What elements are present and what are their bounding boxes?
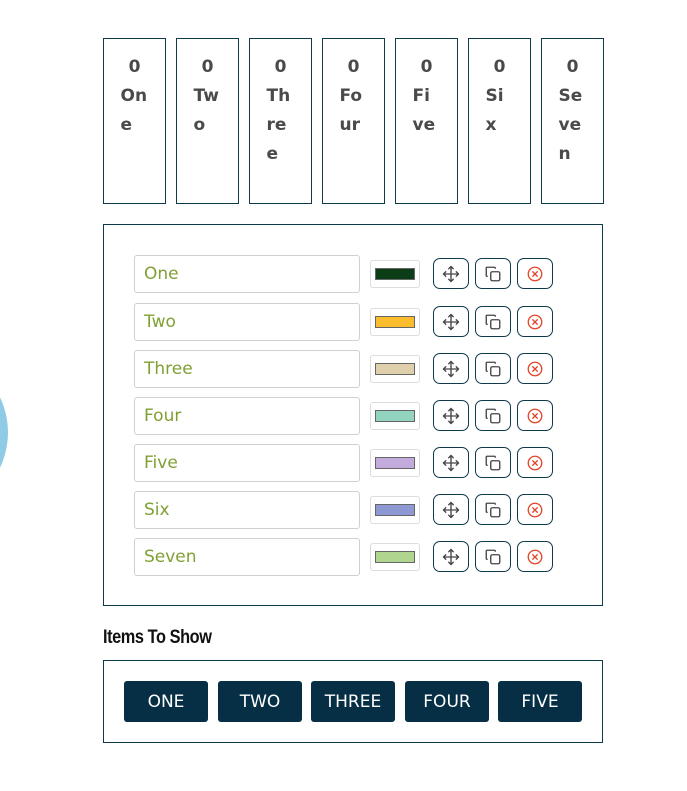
counter-card-seven: 0 Seven [541, 38, 604, 204]
copy-icon [484, 454, 502, 472]
show-item-three-button[interactable]: THREE [311, 681, 395, 722]
counter-value: 0 [201, 57, 214, 77]
remove-button[interactable] [517, 447, 553, 478]
remove-circle-x-icon [526, 548, 544, 566]
remove-circle-x-icon [526, 313, 544, 331]
color-swatch [375, 316, 415, 328]
counter-label: One [120, 86, 148, 135]
counter-label: Five [412, 86, 436, 135]
remove-button[interactable] [517, 258, 553, 289]
copy-icon [484, 501, 502, 519]
move-button[interactable] [433, 400, 469, 431]
items-to-show-box: ONE TWO THREE FOUR FIVE [103, 660, 603, 743]
duplicate-button[interactable] [475, 494, 511, 525]
show-item-one-button[interactable]: ONE [124, 681, 208, 722]
copy-icon [484, 360, 502, 378]
item-name-input[interactable] [134, 303, 360, 341]
show-item-five-button[interactable]: FIVE [498, 681, 582, 722]
item-name-input[interactable] [134, 538, 360, 576]
counter-label: Three [266, 86, 291, 164]
copy-icon [484, 265, 502, 283]
color-picker[interactable] [370, 496, 420, 524]
counter-value: 0 [347, 57, 360, 77]
item-name-input[interactable] [134, 491, 360, 529]
counter-value: 0 [128, 57, 141, 77]
color-swatch [375, 551, 415, 563]
color-picker[interactable] [370, 449, 420, 477]
decorative-arc [0, 360, 8, 505]
color-swatch [375, 457, 415, 469]
move-arrows-icon [442, 407, 460, 425]
show-item-four-button[interactable]: FOUR [405, 681, 489, 722]
color-picker[interactable] [370, 355, 420, 383]
move-button[interactable] [433, 306, 469, 337]
counter-label: Four [339, 86, 363, 135]
copy-icon [484, 407, 502, 425]
move-button[interactable] [433, 494, 469, 525]
move-arrows-icon [442, 313, 460, 331]
counter-card-one: 0 One [103, 38, 166, 204]
items-to-show-heading: Items To Show [103, 627, 212, 648]
item-name-input[interactable] [134, 444, 360, 482]
color-swatch [375, 363, 415, 375]
remove-circle-x-icon [526, 360, 544, 378]
color-picker[interactable] [370, 402, 420, 430]
duplicate-button[interactable] [475, 447, 511, 478]
counter-label: Seven [558, 86, 583, 164]
counter-value: 0 [493, 57, 506, 77]
counter-cards: 0 One 0 Two 0 Three 0 Four 0 Five 0 Six … [103, 38, 604, 204]
move-button[interactable] [433, 258, 469, 289]
move-arrows-icon [442, 454, 460, 472]
move-button[interactable] [433, 353, 469, 384]
remove-button[interactable] [517, 494, 553, 525]
remove-circle-x-icon [526, 265, 544, 283]
remove-button[interactable] [517, 353, 553, 384]
move-arrows-icon [442, 360, 460, 378]
counter-card-five: 0 Five [395, 38, 458, 204]
copy-icon [484, 313, 502, 331]
color-swatch [375, 410, 415, 422]
remove-circle-x-icon [526, 454, 544, 472]
counter-card-three: 0 Three [249, 38, 312, 204]
duplicate-button[interactable] [475, 353, 511, 384]
remove-circle-x-icon [526, 407, 544, 425]
move-arrows-icon [442, 501, 460, 519]
duplicate-button[interactable] [475, 541, 511, 572]
remove-button[interactable] [517, 541, 553, 572]
counter-value: 0 [274, 57, 287, 77]
move-arrows-icon [442, 548, 460, 566]
move-button[interactable] [433, 541, 469, 572]
item-name-input[interactable] [134, 397, 360, 435]
counter-value: 0 [566, 57, 579, 77]
color-picker[interactable] [370, 260, 420, 288]
item-name-input[interactable] [134, 350, 360, 388]
counter-card-six: 0 Six [468, 38, 531, 204]
remove-button[interactable] [517, 400, 553, 431]
counter-label: Six [485, 86, 504, 135]
item-name-input[interactable] [134, 255, 360, 293]
copy-icon [484, 548, 502, 566]
remove-button[interactable] [517, 306, 553, 337]
color-picker[interactable] [370, 543, 420, 571]
duplicate-button[interactable] [475, 258, 511, 289]
items-editor [103, 224, 603, 606]
counter-value: 0 [420, 57, 433, 77]
show-item-two-button[interactable]: TWO [218, 681, 302, 722]
move-button[interactable] [433, 447, 469, 478]
counter-label: Two [193, 86, 219, 135]
counter-card-two: 0 Two [176, 38, 239, 204]
color-picker[interactable] [370, 308, 420, 336]
counter-card-four: 0 Four [322, 38, 385, 204]
color-swatch [375, 268, 415, 280]
duplicate-button[interactable] [475, 306, 511, 337]
remove-circle-x-icon [526, 501, 544, 519]
move-arrows-icon [442, 265, 460, 283]
duplicate-button[interactable] [475, 400, 511, 431]
color-swatch [375, 504, 415, 516]
